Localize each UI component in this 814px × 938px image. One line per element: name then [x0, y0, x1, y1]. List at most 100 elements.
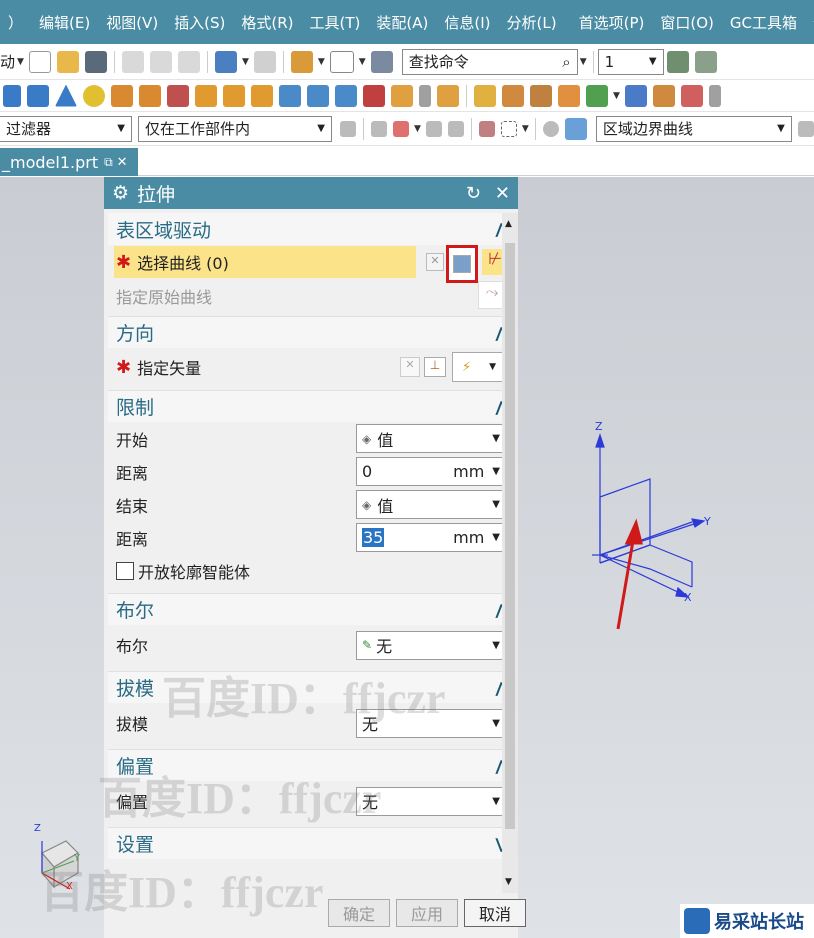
layer-settings-icon[interactable] — [694, 50, 717, 73]
inferred-vector-dropdown[interactable]: ⚡ ▼ — [452, 352, 506, 382]
chevron-down-icon[interactable]: ▼ — [492, 532, 500, 543]
reverse-direction-icon[interactable]: ✕ — [400, 357, 420, 377]
save-icon[interactable] — [84, 50, 107, 73]
mirror-icon[interactable] — [558, 84, 580, 107]
offset-face-icon[interactable] — [391, 84, 413, 107]
paste-icon[interactable] — [177, 50, 200, 73]
close-icon[interactable]: ✕ — [495, 183, 510, 204]
chevron-down-icon[interactable]: ▼ — [17, 57, 24, 67]
datum-point-icon[interactable] — [586, 84, 608, 107]
sketch-section-button[interactable] — [446, 245, 478, 283]
menu-item-insert[interactable]: 插入(S) — [166, 12, 233, 33]
chevron-down-icon[interactable]: ▼ — [359, 57, 366, 67]
command-finder-icon[interactable] — [370, 50, 393, 73]
start-distance-field[interactable]: 0 mm ▼ — [356, 457, 506, 486]
snap-point-icon[interactable] — [371, 120, 387, 137]
specify-original-row[interactable]: 指定原始曲线 ⤳ — [108, 279, 516, 312]
tab-menu-icon[interactable]: ⧉ — [104, 155, 113, 170]
trim-body-icon[interactable] — [680, 84, 703, 107]
chevron-down-icon[interactable]: ▼ — [580, 57, 587, 67]
apply-button[interactable]: 应用 — [396, 899, 458, 927]
scrollbar-thumb[interactable] — [505, 243, 515, 829]
thread-icon[interactable] — [419, 84, 431, 107]
section-header-boolean[interactable]: 布尔 ⋀ — [108, 593, 516, 625]
chevron-down-icon[interactable]: ▼ — [613, 91, 620, 101]
groove-icon[interactable] — [335, 84, 357, 107]
undo-icon[interactable] — [214, 50, 237, 73]
quantity-combo[interactable]: 1 ▼ — [597, 48, 664, 75]
open-profile-row[interactable]: 开放轮廓智能体 — [108, 554, 516, 587]
cube-icon[interactable] — [363, 84, 385, 107]
stop-at-intersection-icon[interactable] — [797, 120, 814, 137]
select-all-icon[interactable] — [393, 120, 409, 137]
boolean-select[interactable]: ✎ 无 ▼ — [356, 630, 506, 660]
pad-icon[interactable] — [279, 84, 301, 107]
section-header-region-drive[interactable]: 表区域驱动 ⋀ — [108, 213, 516, 245]
shaded-icon[interactable] — [542, 120, 559, 137]
start-type-select[interactable]: ◈ 值 ▼ — [356, 424, 506, 453]
menu-item-preferences[interactable]: 首选项(P) — [565, 12, 653, 33]
close-icon[interactable]: ✕ — [117, 155, 128, 170]
shell-icon[interactable] — [437, 84, 459, 107]
type-filter-combo[interactable]: 过滤器 ▼ — [0, 115, 132, 142]
chain-icon[interactable] — [530, 84, 552, 107]
book-icon[interactable] — [290, 50, 313, 73]
menu-item-help[interactable]: 帮助 — [805, 12, 814, 33]
chevron-down-icon[interactable]: ▼ — [242, 57, 249, 67]
pattern-icon[interactable] — [502, 84, 524, 107]
vector-dialog-icon[interactable]: ⊥ — [424, 357, 446, 377]
hole-icon[interactable] — [195, 84, 217, 107]
more-icon[interactable] — [708, 84, 721, 107]
chevron-down-icon[interactable]: ▼ — [414, 124, 421, 134]
window-icon[interactable] — [329, 50, 354, 73]
cylinder-icon[interactable] — [27, 84, 49, 107]
chevron-down-icon[interactable]: ▼ — [492, 466, 500, 477]
redo-icon[interactable] — [253, 50, 276, 73]
start-menu-label[interactable]: 动 — [0, 51, 15, 72]
ok-button[interactable]: 确定 — [328, 899, 390, 927]
sweep-icon[interactable] — [652, 84, 675, 107]
menu-item-format[interactable]: 格式(R) — [233, 12, 301, 33]
end-type-select[interactable]: ◈ 值 ▼ — [356, 490, 506, 519]
layer-icon[interactable] — [666, 50, 689, 73]
menu-item-info[interactable]: 信息(I) — [436, 12, 498, 33]
specify-vector-row[interactable]: ✱ 指定矢量 ✕ ⊥ ⚡ ▼ — [108, 348, 516, 386]
boss-icon[interactable] — [223, 84, 245, 107]
block-icon[interactable] — [3, 84, 21, 107]
revolve-icon[interactable] — [139, 84, 161, 107]
gear-icon[interactable]: ⚙ — [112, 182, 129, 204]
open-profile-checkbox[interactable] — [116, 561, 134, 580]
menu-item-tools[interactable]: 工具(T) — [302, 12, 369, 33]
new-file-icon[interactable] — [28, 50, 51, 73]
scope-combo[interactable]: 仅在工作部件内 ▼ — [138, 115, 332, 142]
slot-icon[interactable] — [307, 84, 329, 107]
menu-item-assembly[interactable]: 装配(A) — [368, 12, 436, 33]
sphere-icon[interactable] — [83, 84, 105, 107]
chevron-down-icon[interactable]: ▼ — [318, 57, 325, 67]
deselect-icon[interactable] — [425, 120, 442, 137]
scroll-down-icon[interactable]: ▼ — [505, 877, 512, 887]
rectangle-select-icon[interactable] — [500, 120, 517, 137]
intersect-icon[interactable] — [447, 120, 464, 137]
section-header-settings[interactable]: 设置 ⋁ — [108, 827, 516, 859]
cut-icon[interactable] — [121, 50, 144, 73]
section-header-direction[interactable]: 方向 ⋀ — [108, 316, 516, 348]
nx5-icon[interactable] — [167, 84, 189, 107]
search-icon[interactable]: ⌕ — [562, 53, 570, 71]
pocket-icon[interactable] — [251, 84, 273, 107]
cancel-button[interactable]: 取消 — [464, 899, 526, 927]
select-feature-icon[interactable] — [478, 120, 495, 137]
menu-item-view[interactable]: 视图(V) — [98, 12, 166, 33]
dialog-scrollbar[interactable]: ▲ ▼ — [502, 213, 518, 893]
menu-item-edit[interactable]: 编辑(E) — [31, 12, 98, 33]
command-search-input[interactable]: 查找命令 ⌕ — [401, 48, 578, 75]
curve-rule-combo[interactable]: 区域边界曲线 ▼ — [595, 115, 792, 142]
menu-item-file-partial[interactable]: ） — [0, 12, 31, 33]
cone-icon[interactable] — [55, 84, 77, 107]
through-curves-icon[interactable] — [624, 84, 647, 107]
reset-icon[interactable]: ↻ — [466, 183, 481, 204]
select-curve-row[interactable]: ✱ 选择曲线 (0) ✕ ⊬ — [108, 245, 516, 283]
filter-settings-icon[interactable] — [340, 120, 356, 137]
stair-icon[interactable] — [474, 84, 496, 107]
scroll-up-icon[interactable]: ▲ — [505, 219, 512, 229]
